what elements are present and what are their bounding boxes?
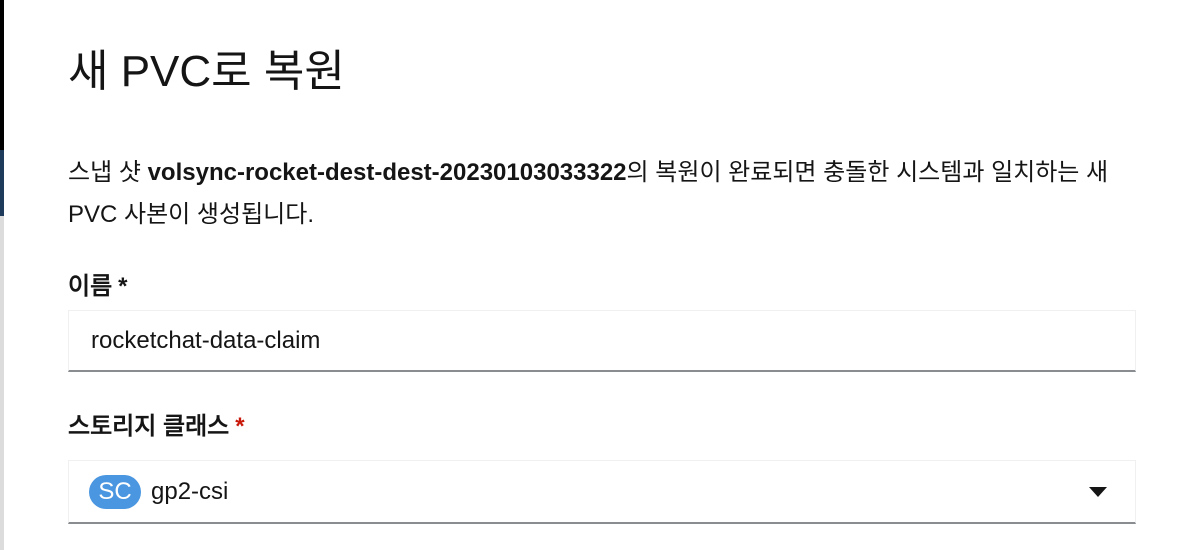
storage-class-select[interactable]: SC gp2-csi xyxy=(68,460,1136,524)
storage-class-field-label: 스토리지 클래스 * xyxy=(68,410,245,444)
name-field-label: 이름 * xyxy=(68,270,128,304)
name-required-mark: * xyxy=(118,273,128,300)
storage-class-value: gp2-csi xyxy=(151,478,229,505)
name-input[interactable] xyxy=(68,310,1136,372)
storage-class-label-text: 스토리지 클래스 xyxy=(68,413,230,440)
storage-class-badge: SC xyxy=(89,475,141,509)
modal-description: 스냅 샷 volsync-rocket-dest-dest-2023010303… xyxy=(68,152,1148,236)
name-label-text: 이름 xyxy=(68,273,113,300)
caret-down-icon xyxy=(1089,487,1107,497)
description-prefix: 스냅 샷 xyxy=(68,159,148,186)
snapshot-name: volsync-rocket-dest-dest-20230103033322 xyxy=(147,159,627,186)
restore-pvc-modal: 새 PVC로 복원 스냅 샷 volsync-rocket-dest-dest-… xyxy=(4,0,1198,550)
modal-title: 새 PVC로 복원 xyxy=(68,47,345,96)
storage-class-required-mark: * xyxy=(235,413,245,440)
